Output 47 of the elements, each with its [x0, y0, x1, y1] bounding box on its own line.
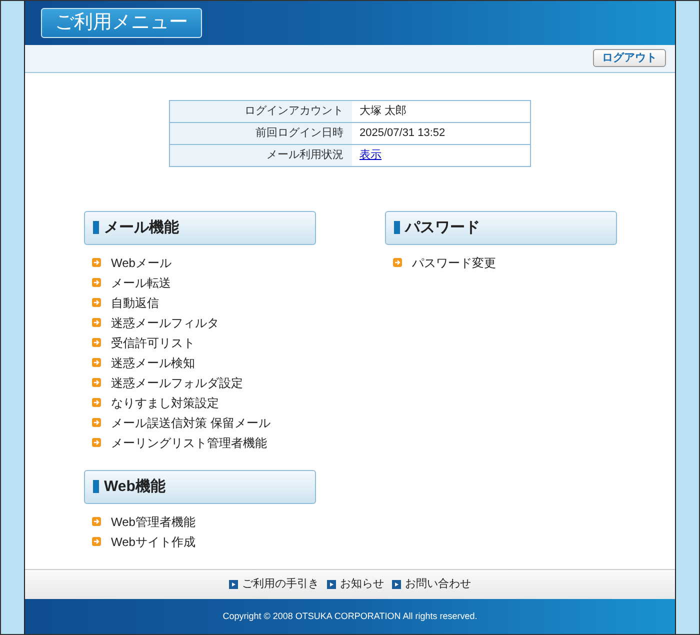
arrow-icon: [92, 358, 101, 368]
menu-link[interactable]: 迷惑メールフィルタ: [111, 314, 219, 332]
logout-button[interactable]: ログアウト: [593, 49, 666, 68]
row-label: ログインアカウント: [170, 100, 352, 122]
menu-link[interactable]: 迷惑メール検知: [111, 354, 195, 372]
copyright-text: Copyright © 2008 OTSUKA CORPORATION All rights reserved.: [222, 610, 478, 623]
marker-icon: [93, 221, 99, 234]
menu-link[interactable]: 迷惑メールフォルダ設定: [111, 374, 243, 392]
menu-link[interactable]: 自動返信: [111, 294, 159, 312]
menu-link[interactable]: Webサイト作成: [111, 532, 196, 551]
page-title: ご利用メニュー: [41, 8, 202, 38]
menu-link[interactable]: Webメール: [111, 254, 172, 272]
marker-icon: [394, 221, 400, 234]
arrow-icon: [92, 338, 101, 348]
menu-link[interactable]: なりすまし対策設定: [111, 394, 219, 412]
row-value: 2025/07/31 13:52: [360, 127, 446, 140]
section-title: Web機能: [104, 476, 166, 497]
arrow-icon: [92, 418, 101, 428]
row-label: メール利用状況: [170, 144, 352, 166]
menu-link[interactable]: Web管理者機能: [111, 512, 196, 531]
menu-link[interactable]: パスワード変更: [412, 254, 496, 272]
arrow-icon: [92, 378, 101, 388]
arrow-icon: [92, 318, 101, 328]
menu-link[interactable]: メール転送: [111, 274, 171, 292]
row-value: 大塚 太郎: [360, 105, 407, 118]
arrow-icon: [92, 537, 101, 546]
arrow-icon: [92, 258, 101, 268]
footer-link[interactable]: お知らせ: [340, 576, 384, 592]
footer-link[interactable]: ご利用の手引き: [242, 576, 319, 592]
arrow-icon: [92, 398, 101, 408]
arrow-icon: [92, 438, 101, 448]
play-icon: [229, 580, 238, 589]
arrow-icon: [92, 517, 101, 526]
menu-link[interactable]: メール誤送信対策 保留メール: [111, 414, 270, 432]
arrow-icon: [92, 298, 101, 308]
menu-link[interactable]: 受信許可リスト: [111, 334, 195, 352]
section-title: メール機能: [104, 218, 179, 238]
marker-icon: [93, 480, 99, 494]
show-link[interactable]: 表示: [360, 149, 382, 162]
row-label: 前回ログイン日時: [170, 122, 352, 144]
play-icon: [327, 580, 336, 589]
arrow-icon: [393, 258, 402, 268]
menu-link[interactable]: メーリングリスト管理者機能: [111, 434, 267, 452]
footer-link[interactable]: お問い合わせ: [405, 576, 471, 592]
section-title: パスワード: [405, 218, 480, 238]
play-icon: [392, 580, 401, 589]
arrow-icon: [92, 278, 101, 288]
